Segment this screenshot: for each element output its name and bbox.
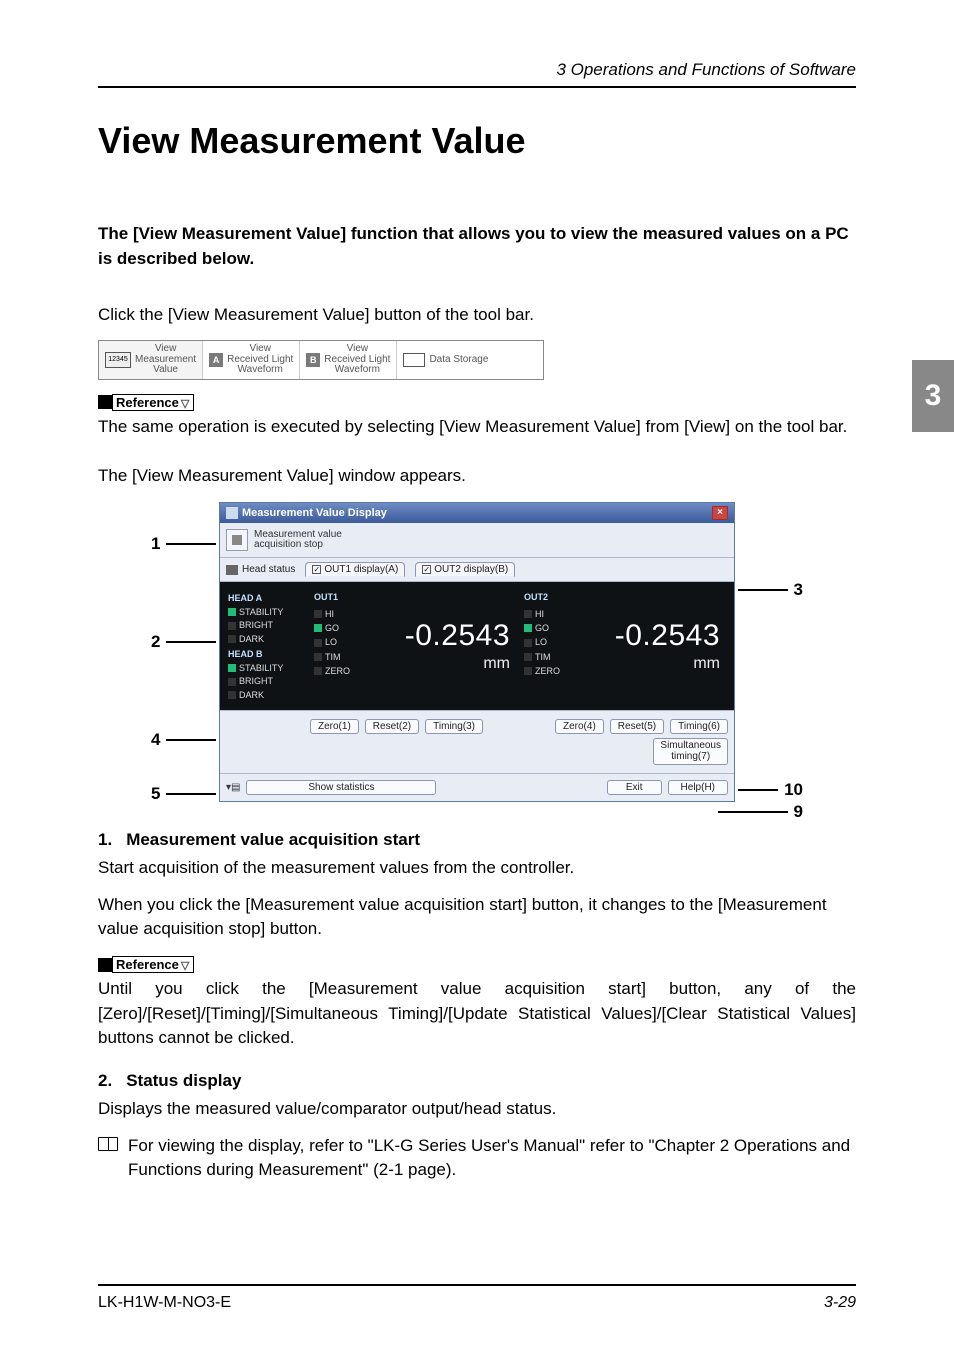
exit-button[interactable]: Exit	[607, 780, 662, 795]
acquisition-toggle-button[interactable]	[226, 529, 248, 551]
section-2-heading: 2.Status display	[98, 1071, 856, 1091]
toolbar-label: View Received Light Waveform	[324, 344, 390, 376]
instruction-paragraph: Click the [View Measurement Value] butto…	[98, 303, 856, 328]
timing3-button[interactable]: Timing(3)	[425, 719, 483, 734]
window-title: Measurement Value Display	[242, 507, 387, 519]
badge-b-icon: B	[306, 353, 320, 367]
out1-indicators: OUT1 HI GO LO TIM ZERO	[314, 590, 358, 702]
section-1-heading: 1.Measurement value acquisition start	[98, 830, 856, 850]
head-status-column: HEAD A STABILITY BRIGHT DARK HEAD B STAB…	[228, 590, 306, 702]
reset2-button[interactable]: Reset(2)	[365, 719, 419, 734]
window-appears-paragraph: The [View Measurement Value] window appe…	[98, 464, 856, 489]
toolbar-label: View Measurement Value	[135, 344, 196, 376]
window-titlebar: Measurement Value Display ×	[220, 503, 734, 523]
section-2-p1: Displays the measured value/comparator o…	[98, 1097, 856, 1122]
badge-a-icon: A	[209, 353, 223, 367]
wave-icon	[403, 353, 425, 367]
callout-2: 2	[151, 632, 216, 652]
stop-icon	[232, 535, 242, 545]
out1-value: -0.2543 mm	[364, 590, 516, 702]
callout-1: 1	[151, 534, 216, 554]
window-icon	[226, 507, 238, 519]
out2-indicators: OUT2 HI GO LO TIM ZERO	[524, 590, 568, 702]
toolbar-btn-waveform-a[interactable]: A View Received Light Waveform	[203, 341, 300, 379]
out1-tab[interactable]: ✓OUT1 display(A)	[305, 562, 405, 577]
checkbox-icon: ✓	[312, 565, 321, 574]
callout-4: 4	[151, 730, 216, 750]
toolbar-btn-data-storage[interactable]: Data Storage	[397, 341, 494, 379]
toolbar-figure: 12345 View Measurement Value A View Rece…	[98, 340, 544, 380]
reference-tag: Reference▽	[98, 394, 856, 411]
manual-reference-note: For viewing the display, refer to "LK-G …	[98, 1134, 856, 1183]
display-area: HEAD A STABILITY BRIGHT DARK HEAD B STAB…	[220, 582, 734, 710]
toolbar-btn-waveform-b[interactable]: B View Received Light Waveform	[300, 341, 397, 379]
book-icon	[98, 1137, 118, 1151]
callout-5: 5	[151, 784, 216, 804]
acquisition-row: Measurement valueacquisition stop	[220, 523, 734, 558]
chapter-side-tab: 3	[912, 360, 954, 432]
acquisition-label: Measurement valueacquisition stop	[254, 530, 342, 551]
head-icon	[226, 565, 238, 575]
running-header: 3 Operations and Functions of Software	[98, 60, 856, 80]
zero1-button[interactable]: Zero(1)	[310, 719, 359, 734]
out2-value: -0.2543 mm	[574, 590, 726, 702]
action-buttons-row: Zero(1) Reset(2) Timing(3) Zero(4) Reset…	[220, 710, 734, 774]
section-1-p2: When you click the [Measurement value ac…	[98, 893, 856, 942]
page-title: View Measurement Value	[98, 120, 856, 162]
footer-doc-id: LK-H1W-M-NO3-E	[98, 1294, 231, 1312]
simultaneous-timing-button[interactable]: Simultaneoustiming(7)	[653, 738, 728, 765]
checkbox-icon: ✓	[422, 565, 431, 574]
reference-2-paragraph: Until you click the [Measurement value a…	[98, 977, 856, 1051]
bottom-row: ▾▤ Show statistics Exit Help(H)	[220, 774, 734, 801]
show-statistics-button[interactable]: Show statistics	[246, 780, 436, 795]
reference-tag-2: Reference▽	[98, 956, 856, 973]
expand-icon[interactable]: ▾▤	[226, 782, 240, 793]
window-figure: 1 2 4 5 3 10 9 Measurement Value Display…	[157, 502, 797, 802]
close-icon[interactable]: ×	[712, 506, 728, 520]
head-status-tab[interactable]: Head status	[226, 564, 295, 575]
zero4-button[interactable]: Zero(4)	[555, 719, 604, 734]
measurement-window: Measurement Value Display × Measurement …	[219, 502, 735, 802]
intro-paragraph: The [View Measurement Value] function th…	[98, 222, 856, 271]
out2-tab[interactable]: ✓OUT2 display(B)	[415, 562, 515, 577]
toolbar-label: Data Storage	[429, 355, 488, 366]
callout-10: 10	[738, 780, 803, 800]
toolbar-btn-view-measurement[interactable]: 12345 View Measurement Value	[99, 341, 203, 379]
section-1-p1: Start acquisition of the measurement val…	[98, 856, 856, 881]
page-footer: LK-H1W-M-NO3-E 3-29	[98, 1284, 856, 1312]
footer-page-number: 3-29	[824, 1294, 856, 1312]
reference-paragraph: The same operation is executed by select…	[98, 415, 856, 440]
callout-3: 3	[738, 580, 803, 600]
callout-9: 9	[718, 802, 803, 822]
header-rule	[98, 86, 856, 88]
timing6-button[interactable]: Timing(6)	[670, 719, 728, 734]
help-button[interactable]: Help(H)	[668, 780, 728, 795]
toolbar-label: View Received Light Waveform	[227, 344, 293, 376]
reset5-button[interactable]: Reset(5)	[610, 719, 664, 734]
tabs-row: Head status ✓OUT1 display(A) ✓OUT2 displ…	[220, 558, 734, 582]
number-icon: 12345	[105, 352, 131, 368]
